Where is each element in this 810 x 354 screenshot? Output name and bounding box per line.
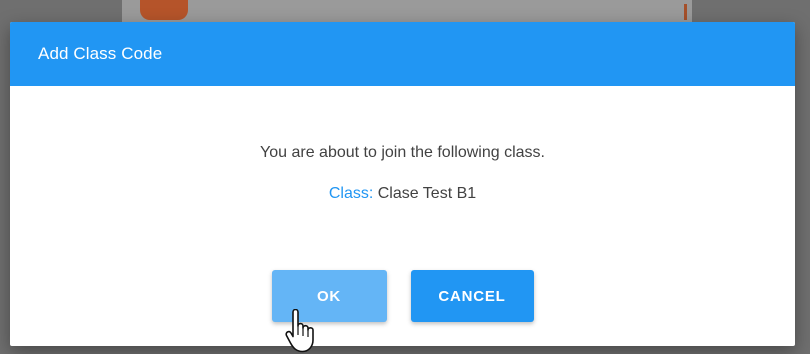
background-logo [140, 0, 188, 20]
class-label: Class: [328, 185, 374, 202]
cancel-button[interactable]: CANCEL [410, 270, 534, 322]
dialog-body: You are about to join the following clas… [10, 144, 795, 203]
class-info: Class: Clase Test B1 [10, 185, 795, 203]
add-class-code-dialog: Add Class Code You are about to join the… [10, 22, 795, 346]
pointer-hand-icon [285, 309, 314, 353]
dialog-actions: OK CANCEL [10, 270, 795, 322]
dialog-header: Add Class Code [10, 22, 795, 86]
class-name: Clase Test B1 [377, 185, 477, 202]
background-marker [684, 4, 687, 20]
dialog-title: Add Class Code [38, 44, 163, 63]
join-message: You are about to join the following clas… [260, 144, 545, 161]
background-page-header [122, 0, 692, 22]
